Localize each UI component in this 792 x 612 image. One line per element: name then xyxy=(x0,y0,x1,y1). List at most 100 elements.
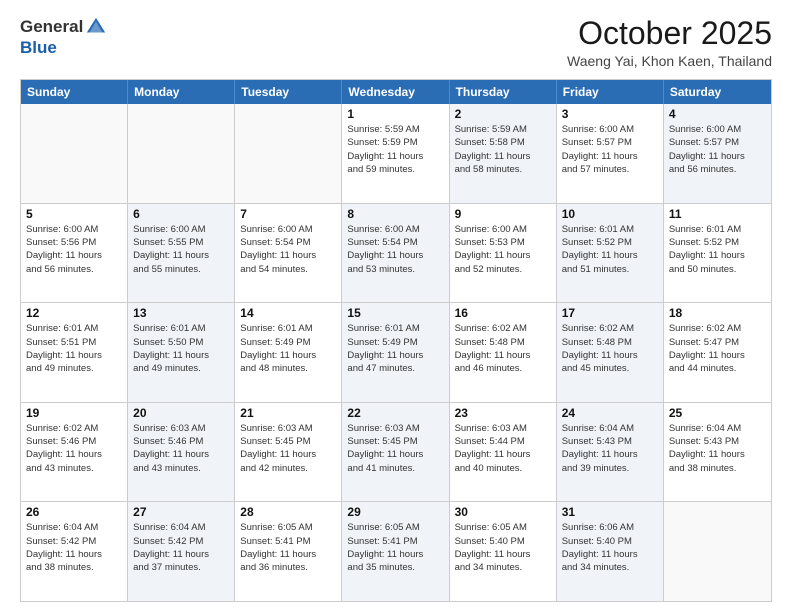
weekday-header: Sunday xyxy=(21,80,128,104)
location: Waeng Yai, Khon Kaen, Thailand xyxy=(567,53,772,69)
day-info: Sunrise: 6:05 AM Sunset: 5:41 PM Dayligh… xyxy=(240,521,336,574)
calendar-cell: 19 Sunrise: 6:02 AM Sunset: 5:46 PM Dayli… xyxy=(21,403,128,502)
day-info: Sunrise: 6:05 AM Sunset: 5:40 PM Dayligh… xyxy=(455,521,551,574)
day-number: 17 xyxy=(562,306,658,320)
day-number: 3 xyxy=(562,107,658,121)
calendar-cell: 2 Sunrise: 5:59 AM Sunset: 5:58 PM Daylig… xyxy=(450,104,557,203)
calendar-cell: 1Sunrise: 5:59 AM Sunset: 5:59 PM Daylig… xyxy=(342,104,449,203)
calendar-cell: 18 Sunrise: 6:02 AM Sunset: 5:47 PM Dayli… xyxy=(664,303,771,402)
day-info: Sunrise: 6:02 AM Sunset: 5:46 PM Dayligh… xyxy=(26,422,122,475)
calendar-row: 19 Sunrise: 6:02 AM Sunset: 5:46 PM Dayli… xyxy=(21,402,771,502)
day-number: 18 xyxy=(669,306,766,320)
calendar-cell: 13 Sunrise: 6:01 AM Sunset: 5:50 PM Dayli… xyxy=(128,303,235,402)
day-number: 25 xyxy=(669,406,766,420)
calendar-cell: 4 Sunrise: 6:00 AM Sunset: 5:57 PM Daylig… xyxy=(664,104,771,203)
calendar-cell: 21Sunrise: 6:03 AM Sunset: 5:45 PM Dayli… xyxy=(235,403,342,502)
day-number: 20 xyxy=(133,406,229,420)
weekday-header: Wednesday xyxy=(342,80,449,104)
day-info: Sunrise: 6:05 AM Sunset: 5:41 PM Dayligh… xyxy=(347,521,443,574)
weekday-header: Friday xyxy=(557,80,664,104)
day-number: 11 xyxy=(669,207,766,221)
day-info: Sunrise: 6:00 AM Sunset: 5:57 PM Dayligh… xyxy=(562,123,658,176)
logo: General Blue xyxy=(20,16,107,58)
day-info: Sunrise: 6:04 AM Sunset: 5:43 PM Dayligh… xyxy=(562,422,658,475)
day-number: 5 xyxy=(26,207,122,221)
day-number: 19 xyxy=(26,406,122,420)
logo-blue-text: Blue xyxy=(20,38,57,58)
calendar-cell xyxy=(235,104,342,203)
day-number: 12 xyxy=(26,306,122,320)
day-info: Sunrise: 6:04 AM Sunset: 5:42 PM Dayligh… xyxy=(26,521,122,574)
weekday-header: Saturday xyxy=(664,80,771,104)
calendar-cell: 8 Sunrise: 6:00 AM Sunset: 5:54 PM Daylig… xyxy=(342,204,449,303)
calendar-cell: 12Sunrise: 6:01 AM Sunset: 5:51 PM Dayli… xyxy=(21,303,128,402)
calendar-cell: 30 Sunrise: 6:05 AM Sunset: 5:40 PM Dayli… xyxy=(450,502,557,601)
day-info: Sunrise: 6:00 AM Sunset: 5:55 PM Dayligh… xyxy=(133,223,229,276)
calendar-cell: 5 Sunrise: 6:00 AM Sunset: 5:56 PM Daylig… xyxy=(21,204,128,303)
day-info: Sunrise: 6:01 AM Sunset: 5:49 PM Dayligh… xyxy=(240,322,336,375)
calendar-cell: 31Sunrise: 6:06 AM Sunset: 5:40 PM Dayli… xyxy=(557,502,664,601)
calendar-cell xyxy=(21,104,128,203)
day-number: 26 xyxy=(26,505,122,519)
calendar-row: 1Sunrise: 5:59 AM Sunset: 5:59 PM Daylig… xyxy=(21,104,771,203)
calendar-cell: 11 Sunrise: 6:01 AM Sunset: 5:52 PM Dayli… xyxy=(664,204,771,303)
day-info: Sunrise: 6:04 AM Sunset: 5:43 PM Dayligh… xyxy=(669,422,766,475)
calendar-cell: 24Sunrise: 6:04 AM Sunset: 5:43 PM Dayli… xyxy=(557,403,664,502)
day-info: Sunrise: 6:00 AM Sunset: 5:53 PM Dayligh… xyxy=(455,223,551,276)
day-info: Sunrise: 6:00 AM Sunset: 5:57 PM Dayligh… xyxy=(669,123,766,176)
day-info: Sunrise: 6:02 AM Sunset: 5:48 PM Dayligh… xyxy=(455,322,551,375)
day-number: 6 xyxy=(133,207,229,221)
calendar-header: SundayMondayTuesdayWednesdayThursdayFrid… xyxy=(21,80,771,104)
day-info: Sunrise: 6:03 AM Sunset: 5:45 PM Dayligh… xyxy=(347,422,443,475)
day-number: 31 xyxy=(562,505,658,519)
day-number: 28 xyxy=(240,505,336,519)
calendar-cell: 3 Sunrise: 6:00 AM Sunset: 5:57 PM Daylig… xyxy=(557,104,664,203)
day-info: Sunrise: 6:03 AM Sunset: 5:44 PM Dayligh… xyxy=(455,422,551,475)
day-number: 10 xyxy=(562,207,658,221)
calendar-cell: 28 Sunrise: 6:05 AM Sunset: 5:41 PM Dayli… xyxy=(235,502,342,601)
day-number: 13 xyxy=(133,306,229,320)
day-number: 2 xyxy=(455,107,551,121)
calendar-cell: 17 Sunrise: 6:02 AM Sunset: 5:48 PM Dayli… xyxy=(557,303,664,402)
day-number: 4 xyxy=(669,107,766,121)
calendar-row: 26 Sunrise: 6:04 AM Sunset: 5:42 PM Dayli… xyxy=(21,501,771,601)
day-info: Sunrise: 6:00 AM Sunset: 5:54 PM Dayligh… xyxy=(347,223,443,276)
day-number: 29 xyxy=(347,505,443,519)
calendar-cell: 22 Sunrise: 6:03 AM Sunset: 5:45 PM Dayli… xyxy=(342,403,449,502)
calendar-page: General Blue October 2025 Waeng Yai, Kho… xyxy=(0,0,792,612)
day-number: 8 xyxy=(347,207,443,221)
day-info: Sunrise: 6:01 AM Sunset: 5:52 PM Dayligh… xyxy=(669,223,766,276)
day-number: 7 xyxy=(240,207,336,221)
calendar-cell xyxy=(128,104,235,203)
day-info: Sunrise: 6:01 AM Sunset: 5:50 PM Dayligh… xyxy=(133,322,229,375)
day-info: Sunrise: 6:00 AM Sunset: 5:56 PM Dayligh… xyxy=(26,223,122,276)
calendar-cell: 10 Sunrise: 6:01 AM Sunset: 5:52 PM Dayli… xyxy=(557,204,664,303)
day-info: Sunrise: 6:02 AM Sunset: 5:48 PM Dayligh… xyxy=(562,322,658,375)
day-number: 27 xyxy=(133,505,229,519)
day-number: 23 xyxy=(455,406,551,420)
calendar-body: 1Sunrise: 5:59 AM Sunset: 5:59 PM Daylig… xyxy=(21,104,771,601)
day-info: Sunrise: 6:02 AM Sunset: 5:47 PM Dayligh… xyxy=(669,322,766,375)
day-number: 14 xyxy=(240,306,336,320)
logo-general-text: General xyxy=(20,17,83,37)
calendar-cell: 14 Sunrise: 6:01 AM Sunset: 5:49 PM Dayli… xyxy=(235,303,342,402)
weekday-header: Monday xyxy=(128,80,235,104)
calendar-cell: 15 Sunrise: 6:01 AM Sunset: 5:49 PM Dayli… xyxy=(342,303,449,402)
day-info: Sunrise: 6:01 AM Sunset: 5:49 PM Dayligh… xyxy=(347,322,443,375)
day-number: 15 xyxy=(347,306,443,320)
calendar-cell: 26 Sunrise: 6:04 AM Sunset: 5:42 PM Dayli… xyxy=(21,502,128,601)
calendar-cell: 16 Sunrise: 6:02 AM Sunset: 5:48 PM Dayli… xyxy=(450,303,557,402)
day-info: Sunrise: 6:01 AM Sunset: 5:52 PM Dayligh… xyxy=(562,223,658,276)
day-info: Sunrise: 6:04 AM Sunset: 5:42 PM Dayligh… xyxy=(133,521,229,574)
day-number: 30 xyxy=(455,505,551,519)
day-number: 22 xyxy=(347,406,443,420)
day-info: Sunrise: 5:59 AM Sunset: 5:59 PM Dayligh… xyxy=(347,123,443,176)
calendar-cell: 9Sunrise: 6:00 AM Sunset: 5:53 PM Daylig… xyxy=(450,204,557,303)
day-number: 16 xyxy=(455,306,551,320)
day-info: Sunrise: 5:59 AM Sunset: 5:58 PM Dayligh… xyxy=(455,123,551,176)
header: General Blue October 2025 Waeng Yai, Kho… xyxy=(20,16,772,69)
calendar-cell: 7Sunrise: 6:00 AM Sunset: 5:54 PM Daylig… xyxy=(235,204,342,303)
calendar-cell xyxy=(664,502,771,601)
calendar-cell: 23 Sunrise: 6:03 AM Sunset: 5:44 PM Dayli… xyxy=(450,403,557,502)
calendar-cell: 27 Sunrise: 6:04 AM Sunset: 5:42 PM Dayli… xyxy=(128,502,235,601)
